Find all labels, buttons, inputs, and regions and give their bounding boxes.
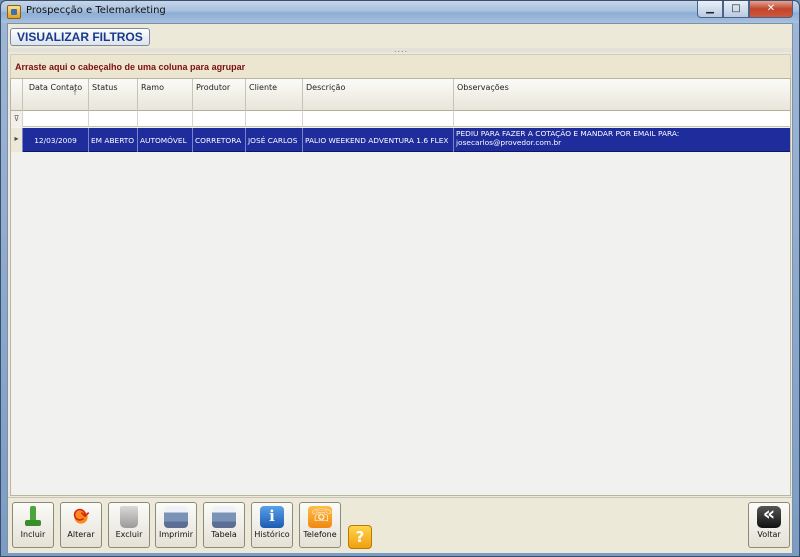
cell-data-contato[interactable]: 12/03/2009 xyxy=(23,128,89,152)
button-label: Alterar xyxy=(67,530,95,539)
cell-descricao[interactable]: PALIO WEEKEND ADVENTURA 1.6 FLEX xyxy=(303,128,454,152)
filter-cell-descricao[interactable] xyxy=(303,111,454,127)
column-header-status[interactable]: Status xyxy=(89,79,138,111)
info-icon xyxy=(260,506,284,528)
incluir-button[interactable]: Incluir xyxy=(12,502,54,548)
button-label: Excluir xyxy=(115,530,143,539)
button-label: Telefone xyxy=(303,530,337,539)
grid-filter-row: ⊽ xyxy=(11,111,790,127)
column-header-label: Status xyxy=(92,83,118,92)
caption-buttons: ▁ □ ✕ xyxy=(697,1,793,18)
button-label: Histórico xyxy=(254,530,290,539)
cell-ramo[interactable]: AUTOMÓVEL xyxy=(138,128,193,152)
column-header-cliente[interactable]: Cliente xyxy=(246,79,303,111)
tabela-button[interactable]: Tabela xyxy=(203,502,245,548)
row-indicator-icon: ▸ xyxy=(11,128,23,152)
filter-cell-ramo[interactable] xyxy=(138,111,193,127)
column-header-label: Cliente xyxy=(249,83,278,92)
pin-icon xyxy=(21,506,45,528)
window-title: Prospecção e Telemarketing xyxy=(26,5,166,16)
filter-cell-data-contato[interactable] xyxy=(23,111,89,127)
visualizar-filtros-button[interactable]: VISUALIZAR FILTROS xyxy=(10,28,150,46)
telefone-button[interactable]: Telefone xyxy=(299,502,341,548)
trash-icon xyxy=(120,506,138,528)
help-icon[interactable]: ? xyxy=(348,525,372,549)
observacoes-line: PEDIU PARA FAZER A COTAÇÃO E MANDAR POR … xyxy=(456,129,680,138)
cell-cliente[interactable]: JOSÉ CARLOS xyxy=(246,128,303,152)
printer-icon xyxy=(164,506,188,528)
column-header-label: Descrição xyxy=(306,83,346,92)
app-icon xyxy=(7,5,21,19)
cell-produtor[interactable]: CORRETORA xyxy=(193,128,246,152)
button-label: Tabela xyxy=(211,530,237,539)
splitter-grip: .... xyxy=(394,45,409,54)
filter-cell-status[interactable] xyxy=(89,111,138,127)
printer-icon xyxy=(212,506,236,528)
filter-funnel-icon[interactable]: ⊽ xyxy=(11,111,23,127)
group-by-hint: Arraste aqui o cabeçalho de uma coluna p… xyxy=(15,62,246,72)
splitter[interactable]: .... xyxy=(8,45,792,54)
observacoes-line: josecarlos@provedor.com.br xyxy=(456,138,562,147)
main-window: Prospecção e Telemarketing ▁ □ ✕ VISUALI… xyxy=(0,0,800,557)
column-header-data-contato[interactable]: Data Contato ↑ xyxy=(23,79,89,111)
column-header-observacoes[interactable]: Observações xyxy=(454,79,790,111)
data-grid: Data Contato ↑ Status Ramo Produtor Clie… xyxy=(10,78,791,496)
grid-header: Data Contato ↑ Status Ramo Produtor Clie… xyxy=(11,79,790,111)
refresh-icon xyxy=(69,503,93,528)
maximize-button[interactable]: □ xyxy=(723,1,749,18)
column-header-label: Produtor xyxy=(196,83,231,92)
cell-observacoes[interactable]: PEDIU PARA FAZER A COTAÇÃO E MANDAR POR … xyxy=(454,128,790,152)
column-header-ramo[interactable]: Ramo xyxy=(138,79,193,111)
group-by-panel[interactable]: Arraste aqui o cabeçalho de uma coluna p… xyxy=(10,54,791,78)
table-row[interactable]: ▸ 12/03/2009 EM ABERTO AUTOMÓVEL CORRETO… xyxy=(11,128,790,152)
column-header-label: Observações xyxy=(457,83,509,92)
button-label: Voltar xyxy=(757,530,781,539)
historico-button[interactable]: Histórico xyxy=(251,502,293,548)
sort-ascending-icon: ↑ xyxy=(72,89,78,97)
voltar-button[interactable]: Voltar xyxy=(748,502,790,548)
column-header-produtor[interactable]: Produtor xyxy=(193,79,246,111)
title-bar[interactable]: Prospecção e Telemarketing ▁ □ ✕ xyxy=(1,1,799,23)
phone-icon xyxy=(308,506,332,528)
imprimir-button[interactable]: Imprimir xyxy=(155,502,197,548)
button-label: Incluir xyxy=(20,530,46,539)
filter-cell-observacoes[interactable] xyxy=(454,111,790,127)
filter-cell-produtor[interactable] xyxy=(193,111,246,127)
cell-status[interactable]: EM ABERTO xyxy=(89,128,138,152)
bottom-toolbar: Incluir Alterar Excluir Imprimir Tabela … xyxy=(8,497,792,553)
close-button[interactable]: ✕ xyxy=(749,1,793,18)
column-header-descricao[interactable]: Descrição xyxy=(303,79,454,111)
excluir-button[interactable]: Excluir xyxy=(108,502,150,548)
button-label: Imprimir xyxy=(158,530,194,539)
client-area: VISUALIZAR FILTROS .... Arraste aqui o c… xyxy=(7,23,793,553)
column-header-label: Ramo xyxy=(141,83,164,92)
minimize-button[interactable]: ▁ xyxy=(697,1,723,18)
alterar-button[interactable]: Alterar xyxy=(60,502,102,548)
header-indicator-cell xyxy=(11,79,23,111)
filter-cell-cliente[interactable] xyxy=(246,111,303,127)
back-icon xyxy=(757,503,781,528)
